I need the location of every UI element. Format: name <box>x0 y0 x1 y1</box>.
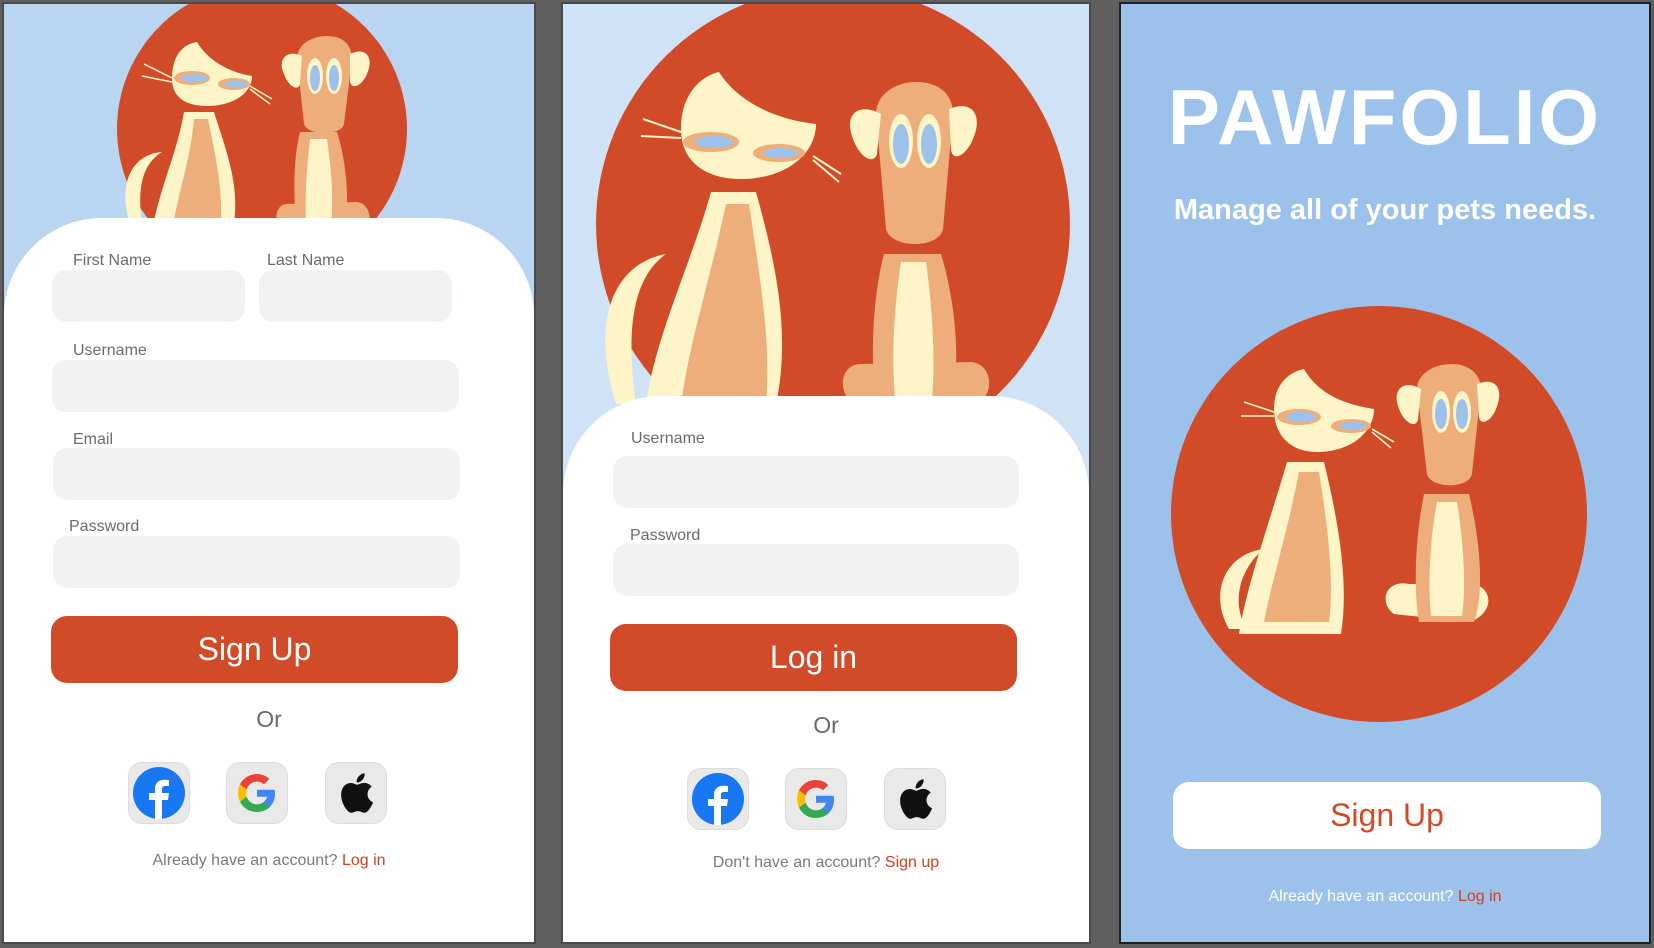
first-name-field[interactable] <box>52 270 245 322</box>
username-label: Username <box>73 342 147 359</box>
facebook-login-button[interactable] <box>687 768 749 830</box>
signup-screen: First Name Last Name Username Email Pass… <box>2 2 536 944</box>
pets-illustration <box>596 4 1070 414</box>
welcome-screen: PAWFOLIO Manage all of your pets needs. … <box>1119 2 1651 944</box>
username-label: Username <box>631 430 705 447</box>
password-label: Password <box>630 527 701 544</box>
sign-up-link[interactable]: Sign up <box>885 854 939 871</box>
sign-up-button[interactable]: Sign Up <box>51 616 458 683</box>
password-field[interactable] <box>53 536 460 588</box>
sign-up-button[interactable]: Sign Up <box>1173 782 1601 849</box>
apple-icon <box>341 773 373 813</box>
last-name-field[interactable] <box>259 270 452 322</box>
footer-text: Already have an account? <box>152 852 338 869</box>
tagline: Manage all of your pets needs. <box>1173 194 1597 226</box>
username-field[interactable] <box>613 456 1019 508</box>
app-title: PAWFOLIO <box>1167 73 1603 161</box>
or-divider: Or <box>813 712 839 738</box>
welcome-footer: Already have an account? Log in <box>1121 888 1649 906</box>
log-in-link[interactable]: Log in <box>342 852 386 869</box>
log-in-link[interactable]: Log in <box>1458 888 1502 905</box>
google-icon <box>797 780 834 818</box>
first-name-label: First Name <box>73 252 152 269</box>
facebook-icon <box>133 767 185 819</box>
username-field[interactable] <box>52 360 459 412</box>
pets-illustration <box>1171 306 1587 722</box>
login-footer: Don't have an account? Sign up <box>563 854 1089 872</box>
log-in-button[interactable]: Log in <box>610 624 1017 691</box>
email-field[interactable] <box>53 448 460 500</box>
facebook-icon <box>692 773 744 825</box>
last-name-label: Last Name <box>267 252 345 269</box>
footer-text: Don't have an account? <box>712 854 881 871</box>
or-divider: Or <box>256 706 282 732</box>
google-icon <box>238 774 275 812</box>
login-screen: Username Password Log in Or Don't have a… <box>561 2 1091 944</box>
login-card: Username Password Log in Or Don't have a… <box>563 396 1089 942</box>
email-label: Email <box>73 431 114 448</box>
apple-login-button[interactable] <box>884 768 946 830</box>
signup-footer: Already have an account? Log in <box>4 852 534 870</box>
facebook-login-button[interactable] <box>128 762 190 824</box>
apple-icon <box>900 779 932 819</box>
google-login-button[interactable] <box>226 762 288 824</box>
google-login-button[interactable] <box>785 768 847 830</box>
pets-illustration <box>117 4 407 244</box>
password-label: Password <box>69 518 140 535</box>
password-field[interactable] <box>613 544 1019 596</box>
apple-login-button[interactable] <box>325 762 387 824</box>
footer-text: Already have an account? <box>1268 888 1454 905</box>
signup-card: First Name Last Name Username Email Pass… <box>4 218 534 942</box>
